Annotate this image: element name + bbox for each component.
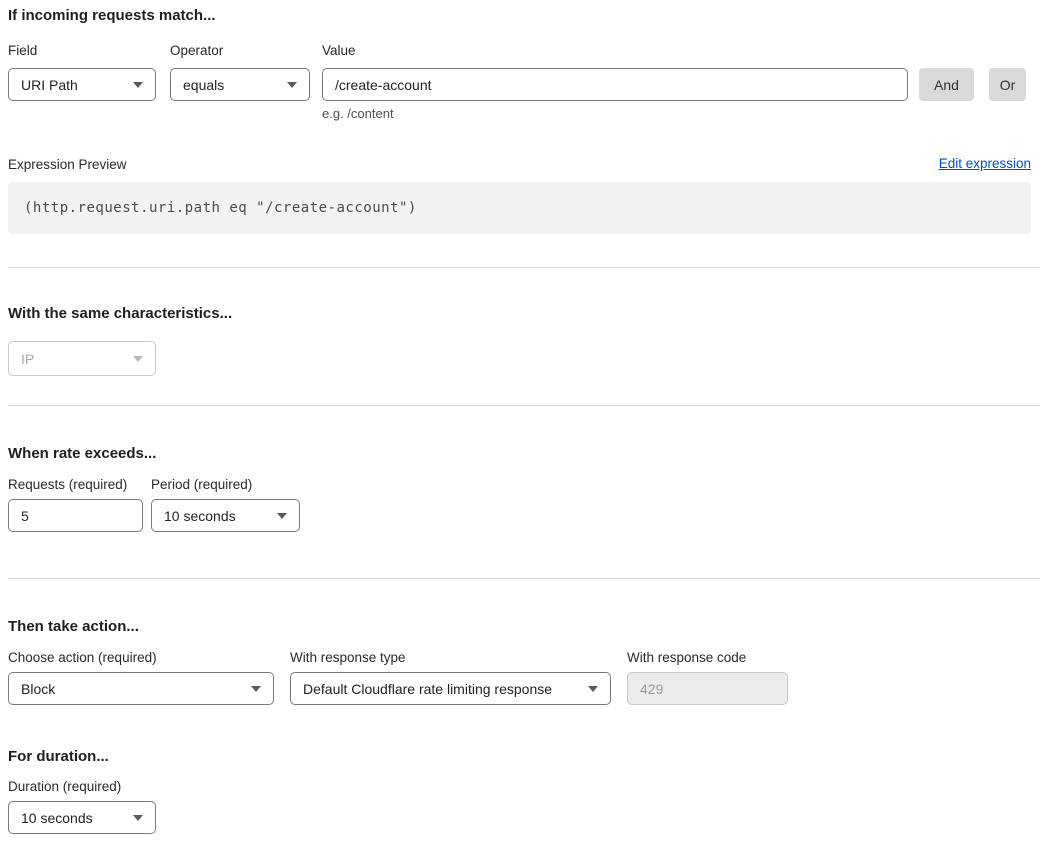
value-hint: e.g. /content	[322, 106, 394, 121]
action-section-title: Then take action...	[8, 618, 139, 635]
operator-select[interactable]: equals	[170, 68, 310, 101]
value-input-text: /create-account	[335, 77, 432, 93]
requests-input[interactable]: 5	[8, 499, 143, 532]
requests-input-text: 5	[21, 508, 29, 524]
choose-action-select-value: Block	[21, 681, 55, 697]
response-type-select-value: Default Cloudflare rate limiting respons…	[303, 681, 552, 697]
expression-code-text: (http.request.uri.path eq "/create-accou…	[24, 200, 417, 216]
characteristic-select-value: IP	[21, 351, 34, 367]
period-select[interactable]: 10 seconds	[151, 499, 300, 532]
chevron-down-icon	[588, 686, 598, 692]
chevron-down-icon	[133, 82, 143, 88]
chevron-down-icon	[287, 82, 297, 88]
section-divider	[8, 405, 1040, 406]
rate-limiting-rule-form: If incoming requests match... Field Oper…	[0, 0, 1048, 842]
value-input[interactable]: /create-account	[322, 68, 908, 101]
rate-section-title: When rate exceeds...	[8, 445, 156, 462]
or-button[interactable]: Or	[989, 68, 1026, 101]
choose-action-label: Choose action (required)	[8, 650, 157, 665]
and-button[interactable]: And	[919, 68, 974, 101]
response-code-input: 429	[627, 672, 788, 705]
edit-expression-link[interactable]: Edit expression	[939, 156, 1031, 171]
chevron-down-icon	[133, 815, 143, 821]
section-divider	[8, 267, 1040, 268]
field-select[interactable]: URI Path	[8, 68, 156, 101]
choose-action-select[interactable]: Block	[8, 672, 274, 705]
duration-label: Duration (required)	[8, 779, 121, 794]
expression-preview-label: Expression Preview	[8, 157, 127, 172]
response-code-input-text: 429	[640, 681, 663, 697]
field-select-value: URI Path	[21, 77, 78, 93]
field-label: Field	[8, 43, 37, 58]
chevron-down-icon	[277, 513, 287, 519]
response-type-select[interactable]: Default Cloudflare rate limiting respons…	[290, 672, 611, 705]
chevron-down-icon	[251, 686, 261, 692]
section-divider	[8, 578, 1040, 579]
operator-label: Operator	[170, 43, 223, 58]
period-select-value: 10 seconds	[164, 508, 236, 524]
value-label: Value	[322, 43, 356, 58]
requests-label: Requests (required)	[8, 477, 127, 492]
match-section-title: If incoming requests match...	[8, 7, 216, 24]
response-code-label: With response code	[627, 650, 746, 665]
period-label: Period (required)	[151, 477, 252, 492]
chevron-down-icon	[133, 356, 143, 362]
characteristic-select: IP	[8, 341, 156, 376]
response-type-label: With response type	[290, 650, 406, 665]
duration-section-title: For duration...	[8, 748, 109, 765]
characteristics-section-title: With the same characteristics...	[8, 305, 232, 322]
duration-select[interactable]: 10 seconds	[8, 801, 156, 834]
expression-preview-code: (http.request.uri.path eq "/create-accou…	[8, 182, 1031, 234]
duration-select-value: 10 seconds	[21, 810, 93, 826]
operator-select-value: equals	[183, 77, 224, 93]
